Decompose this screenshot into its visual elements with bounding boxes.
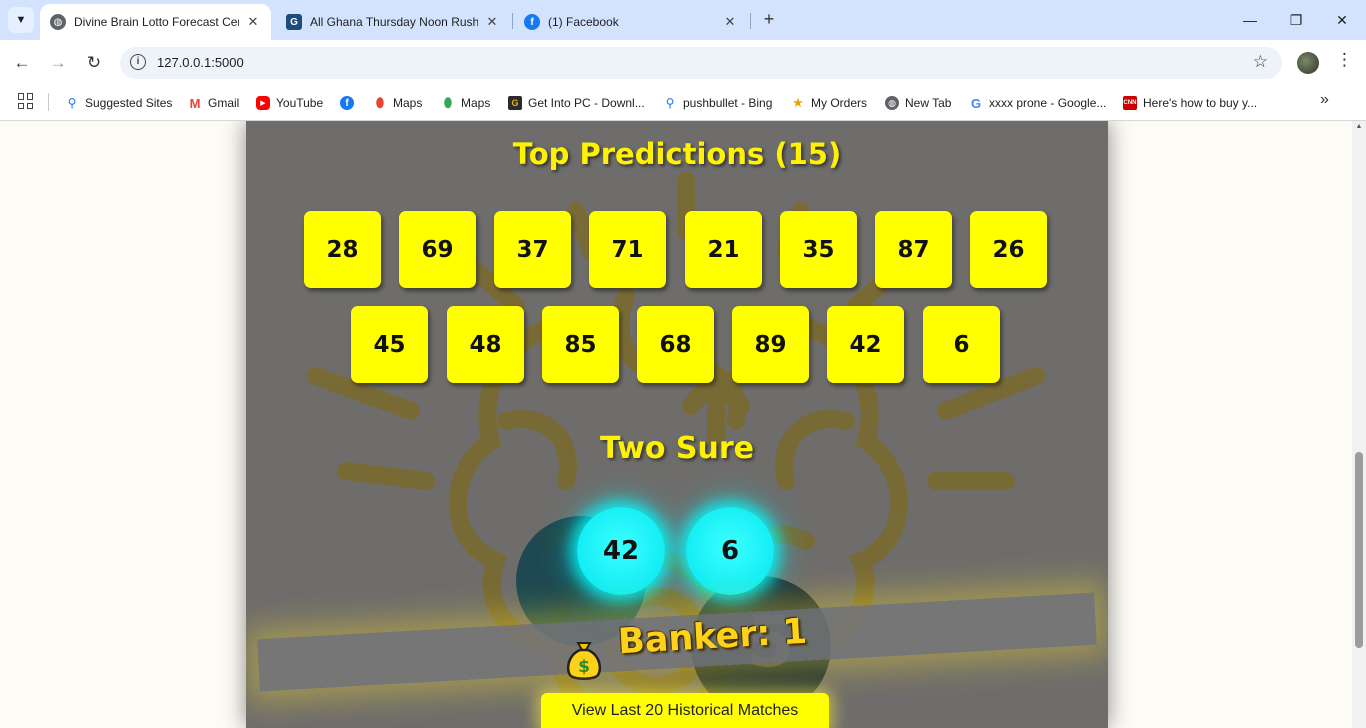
sure-number-ball: 42 [577, 507, 665, 595]
google-icon: G [970, 95, 982, 111]
tab-separator [750, 13, 751, 29]
bookmark-google-search[interactable]: G xxxx prone - Google... [969, 93, 1106, 113]
scroll-up-arrow-icon[interactable]: ▲ [1352, 123, 1366, 130]
prediction-number: 28 [304, 211, 381, 288]
tab-search-button[interactable]: ▼ [8, 7, 34, 33]
search-icon: ⚲ [67, 96, 77, 110]
bookmark-star-icon[interactable]: ☆ [1253, 52, 1268, 72]
two-sure-title: Two Sure [599, 431, 755, 466]
bookmark-get-into-pc[interactable]: G Get Into PC - Downl... [508, 93, 645, 113]
bookmark-cnn[interactable]: CNN Here's how to buy y... [1123, 93, 1257, 113]
profile-avatar[interactable] [1297, 52, 1319, 74]
maps-pin-icon: ⬮ [375, 95, 385, 110]
tab-divine-brain[interactable]: ◍ Divine Brain Lotto Forecast Cen ✕ [40, 4, 271, 40]
restore-icon[interactable]: ❐ [1284, 8, 1308, 32]
forward-icon[interactable]: → [45, 50, 71, 76]
prediction-number: 26 [970, 211, 1047, 288]
getintopc-icon: G [508, 96, 522, 110]
address-bar[interactable]: i 127.0.0.1:5000 ☆ [120, 47, 1282, 79]
tab-all-ghana[interactable]: G All Ghana Thursday Noon Rush ✕ [276, 4, 510, 40]
menu-kebab-icon[interactable]: ⋮ [1336, 50, 1353, 70]
site-info-icon[interactable]: i [130, 54, 146, 70]
prediction-number: 48 [447, 306, 524, 383]
window-close-icon[interactable]: ✕ [1330, 8, 1354, 32]
apps-grid-icon[interactable] [18, 93, 34, 109]
youtube-icon: ▶ [256, 96, 270, 110]
globe-icon: ◍ [885, 96, 899, 110]
svg-text:$: $ [578, 657, 590, 677]
prediction-number: 42 [827, 306, 904, 383]
tab-facebook[interactable]: f (1) Facebook ✕ [514, 4, 748, 40]
close-icon[interactable]: ✕ [722, 14, 738, 30]
facebook-icon: f [340, 96, 354, 110]
scroll-thumb[interactable] [1355, 452, 1363, 648]
bookmark-youtube[interactable]: ▶ YouTube [256, 93, 323, 113]
sure-number-ball: 6 [686, 507, 774, 595]
bookmark-new-tab[interactable]: ◍ New Tab [885, 93, 951, 113]
bookmark-pushbullet-bing[interactable]: ⚲ pushbullet - Bing [663, 93, 773, 113]
bookmark-my-orders[interactable]: ★ My Orders [791, 93, 867, 113]
prediction-number: 69 [399, 211, 476, 288]
top-predictions-title: Top Predictions (15) [512, 137, 842, 171]
prediction-number: 71 [589, 211, 666, 288]
close-icon[interactable]: ✕ [484, 14, 500, 30]
prediction-number: 89 [732, 306, 809, 383]
tab-separator [512, 13, 513, 29]
cnn-icon: CNN [1123, 96, 1137, 110]
tab-strip: ▼ ◍ Divine Brain Lotto Forecast Cen ✕ G … [0, 0, 1366, 40]
view-history-button[interactable]: View Last 20 Historical Matches [541, 693, 829, 728]
facebook-icon: f [524, 14, 540, 30]
prediction-number: 6 [923, 306, 1000, 383]
prediction-number: 37 [494, 211, 571, 288]
browser-toolbar: ← → ↻ i 127.0.0.1:5000 ☆ ⋮ [0, 40, 1366, 85]
bookmark-suggested-sites[interactable]: ⚲ Suggested Sites [65, 93, 173, 113]
search-icon: ⚲ [665, 96, 675, 110]
address-url[interactable]: 127.0.0.1:5000 [157, 55, 244, 70]
prediction-number: 85 [542, 306, 619, 383]
star-badge-icon: ★ [792, 95, 804, 110]
back-icon[interactable]: ← [9, 50, 35, 76]
bookmarks-bar: ⚲ Suggested Sites M Gmail ▶ YouTube f ⬮ … [0, 85, 1366, 121]
bookmark-facebook[interactable]: f [340, 93, 360, 113]
bookmarks-overflow-icon[interactable]: » [1320, 91, 1329, 109]
reload-icon[interactable]: ↻ [81, 50, 107, 76]
globe-icon: ◍ [50, 14, 66, 30]
prediction-number: 87 [875, 211, 952, 288]
prediction-number: 45 [351, 306, 428, 383]
close-icon[interactable]: ✕ [245, 14, 261, 30]
bookmark-gmail[interactable]: M Gmail [188, 93, 239, 113]
bookmark-separator [48, 93, 49, 111]
prediction-number: 35 [780, 211, 857, 288]
page-viewport: 5 Top Predictions (15) 28 69 37 71 21 35… [0, 121, 1352, 728]
new-tab-button[interactable]: + [758, 8, 780, 30]
bookmark-maps-1[interactable]: ⬮ Maps [373, 93, 422, 113]
maps-pin-icon: ⬮ [443, 95, 453, 110]
chevron-down-icon: ▼ [15, 14, 27, 26]
bookmark-maps-2[interactable]: ⬮ Maps [441, 93, 490, 113]
forecast-panel: 5 Top Predictions (15) 28 69 37 71 21 35… [246, 121, 1108, 728]
prediction-number: 68 [637, 306, 714, 383]
page-scrollbar[interactable]: ▲ [1352, 121, 1366, 728]
gmail-icon: M [188, 95, 202, 111]
money-bag-icon: $ [566, 642, 602, 680]
prediction-number: 21 [685, 211, 762, 288]
gn-icon: G [286, 14, 302, 30]
minimize-icon[interactable]: — [1238, 8, 1262, 32]
